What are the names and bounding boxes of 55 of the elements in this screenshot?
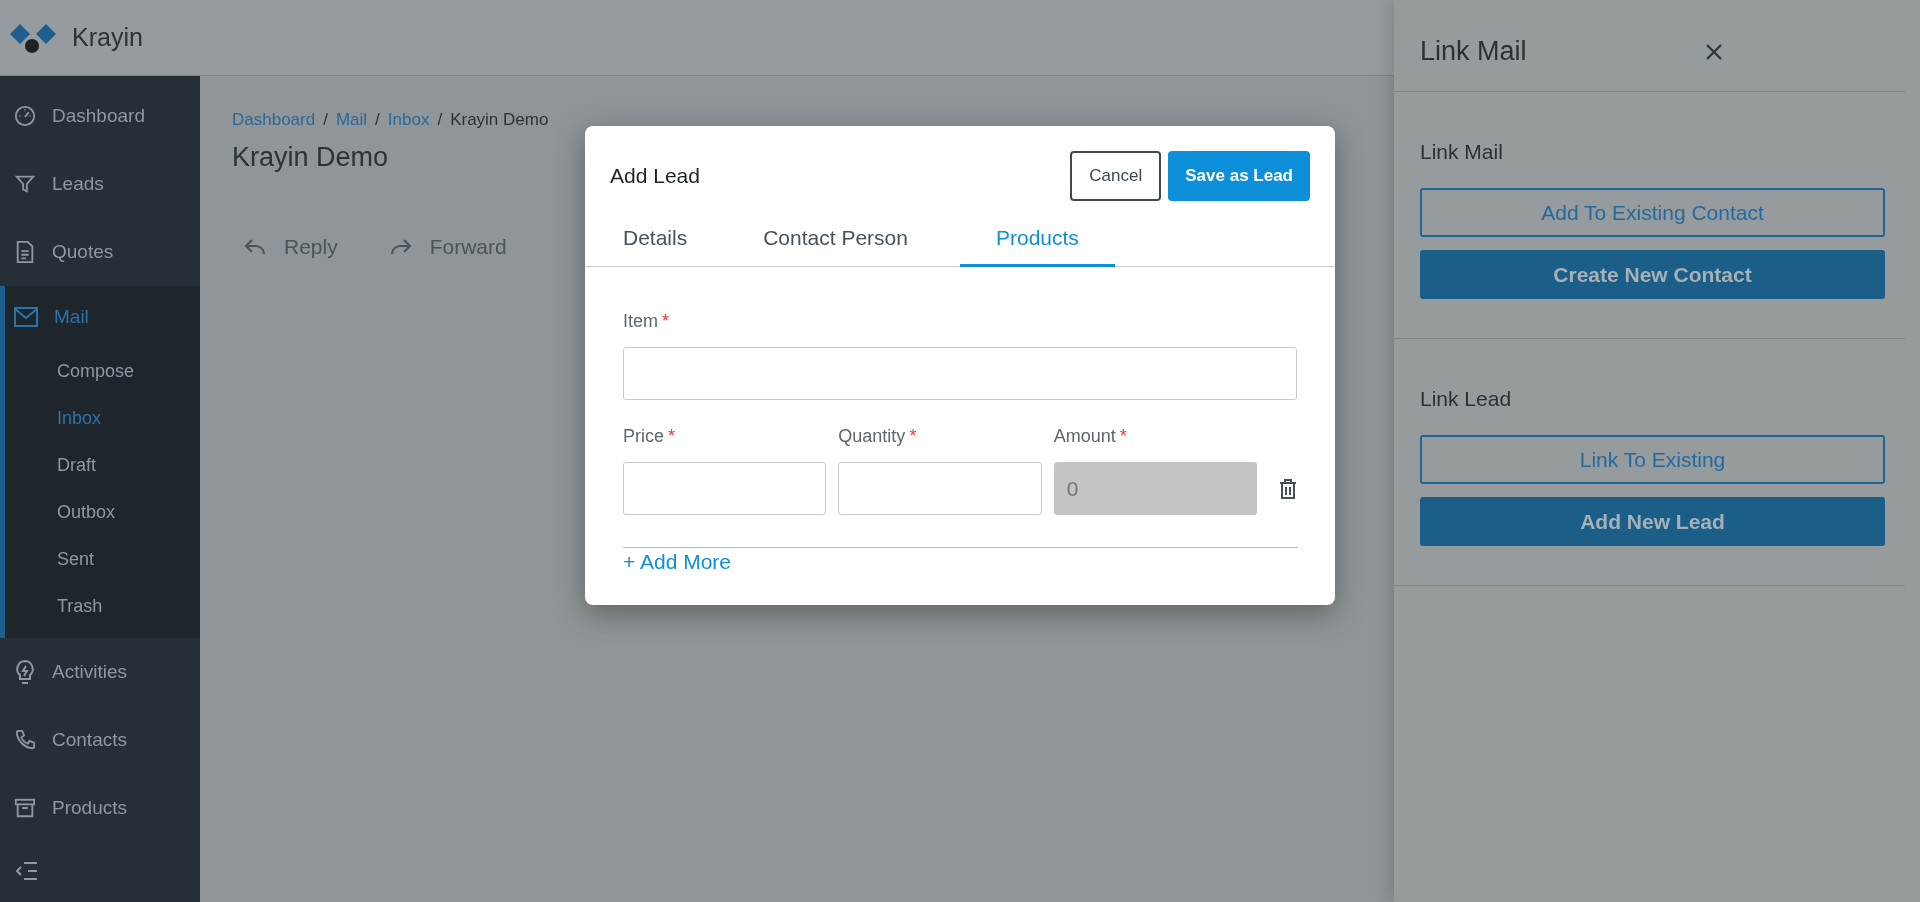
- reply-button[interactable]: Reply: [244, 235, 338, 259]
- nav-item[interactable]: Contacts: [0, 706, 200, 774]
- section-title: Link Mail: [1420, 140, 1504, 164]
- submenu-item[interactable]: Sent: [5, 536, 200, 583]
- modal-title: Add Lead: [610, 164, 701, 188]
- field-label: Amount *: [1053, 426, 1128, 448]
- trash-icon: [1279, 479, 1297, 499]
- submenu-item[interactable]: Trash: [5, 583, 200, 630]
- brand-name: Krayin: [72, 23, 143, 52]
- submenu-item[interactable]: Inbox: [5, 395, 200, 442]
- nav-item[interactable]: Products: [0, 774, 200, 842]
- input-field[interactable]: [623, 347, 1297, 400]
- lightbulb-icon: [14, 659, 36, 685]
- tab[interactable]: Details: [599, 221, 712, 267]
- page-title: Krayin Demo: [232, 142, 389, 173]
- field-label: Price *: [623, 426, 677, 448]
- collapse-menu-icon[interactable]: [16, 862, 38, 880]
- primary-button[interactable]: Add New Lead: [1420, 497, 1885, 546]
- phone-icon: [14, 729, 36, 751]
- forward-button[interactable]: Forward: [389, 235, 507, 259]
- panel-title: Link Mail: [1420, 36, 1528, 67]
- breadcrumb-separator: /: [323, 110, 328, 130]
- close-icon: [1705, 42, 1723, 61]
- reply-arrow-icon: [244, 238, 266, 256]
- archive-box-icon: [14, 797, 36, 819]
- breadcrumb-separator: /: [437, 110, 443, 130]
- primary-button[interactable]: Create New Contact: [1420, 250, 1885, 299]
- section-title: Link Lead: [1420, 387, 1513, 411]
- nav-item[interactable]: Quotes: [0, 218, 200, 286]
- document-icon: [14, 240, 36, 264]
- field-label: Quantity *: [838, 426, 918, 448]
- submenu-item[interactable]: Draft: [5, 442, 200, 489]
- breadcrumb-current: Krayin Demo: [450, 110, 549, 130]
- save-button[interactable]: Save as Lead: [1168, 151, 1310, 201]
- delete-button[interactable]: [1279, 479, 1297, 499]
- nav-item[interactable]: Dashboard: [0, 82, 200, 150]
- funnel-icon: [14, 173, 36, 195]
- input-field[interactable]: [838, 462, 1042, 515]
- close-button[interactable]: [1705, 42, 1723, 61]
- input-field[interactable]: [623, 462, 827, 515]
- nav-item[interactable]: Leads: [0, 150, 200, 218]
- submenu-item[interactable]: Outbox: [5, 489, 200, 536]
- tab[interactable]: Products: [959, 221, 1115, 267]
- gauge-icon: [14, 105, 36, 127]
- forward-arrow-icon: [389, 238, 412, 256]
- input-field: 0: [1053, 462, 1257, 515]
- field-label: Item *: [623, 311, 671, 333]
- envelope-icon: [14, 307, 38, 327]
- breadcrumb-separator: /: [375, 110, 380, 130]
- add-more-link[interactable]: + Add More: [623, 550, 731, 574]
- nav-item[interactable]: Activities: [0, 638, 200, 706]
- submenu-item[interactable]: Compose: [5, 348, 200, 395]
- nav-item[interactable]: Mail: [5, 286, 200, 348]
- tab[interactable]: Contact Person: [739, 221, 932, 267]
- cancel-button[interactable]: Cancel: [1070, 151, 1162, 201]
